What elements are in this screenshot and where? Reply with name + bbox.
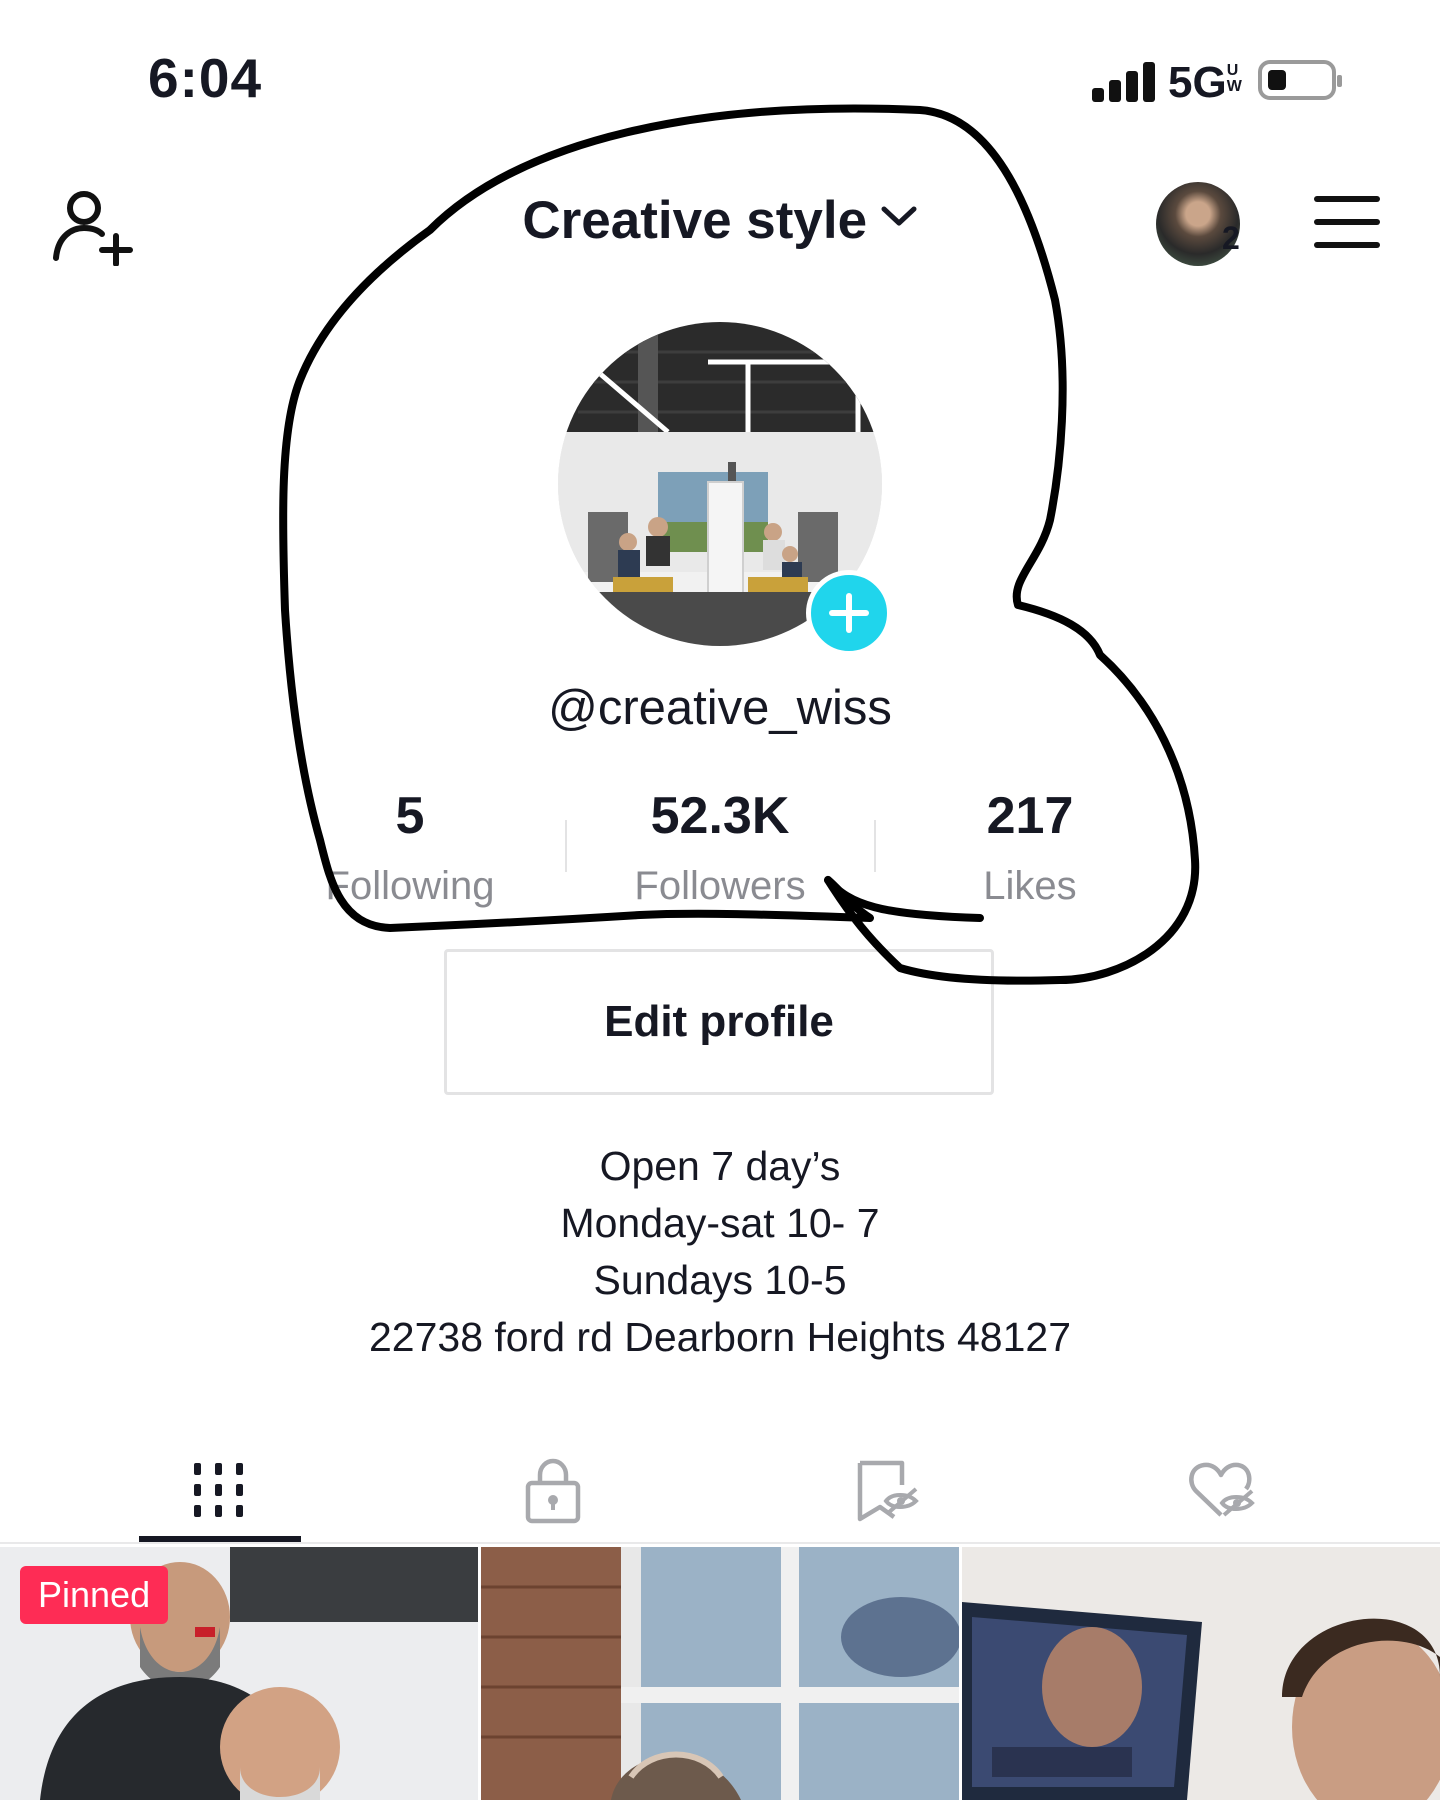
- bookmark-hidden-icon: [857, 1460, 919, 1522]
- network-indicator: 5GUW: [1168, 58, 1249, 108]
- stat-label: Likes: [983, 864, 1077, 908]
- edit-profile-button[interactable]: Edit profile: [444, 949, 994, 1095]
- username: @creative_wiss: [548, 681, 892, 735]
- stat-divider: [565, 820, 567, 872]
- stat-label: Followers: [634, 864, 806, 908]
- videos-grid-icon: [194, 1463, 243, 1517]
- signal-icon: [1092, 60, 1158, 102]
- stat-following[interactable]: 5 Following: [280, 786, 540, 909]
- stat-likes[interactable]: 217 Likes: [900, 786, 1160, 909]
- menu-icon[interactable]: [1314, 196, 1380, 248]
- bio-line: Monday-sat 10- 7: [560, 1200, 880, 1246]
- stat-value: 52.3K: [650, 787, 790, 845]
- bio-line: 22738 ford rd Dearborn Heights 48127: [368, 1314, 1072, 1360]
- tab-liked[interactable]: [1054, 1440, 1388, 1540]
- tab-divider: [0, 1542, 1440, 1544]
- stat-followers[interactable]: 52.3K Followers: [590, 786, 850, 909]
- network-suffix: UW: [1226, 62, 1242, 95]
- battery-icon: [1258, 60, 1342, 100]
- status-time: 6:04: [148, 47, 263, 109]
- stat-divider: [874, 820, 876, 872]
- video-thumbnail[interactable]: [481, 1547, 959, 1800]
- stat-value: 217: [986, 787, 1074, 845]
- stat-label: Following: [325, 864, 495, 908]
- stat-value: 5: [395, 787, 425, 845]
- heart-hidden-icon: [1189, 1462, 1255, 1517]
- chevron-down-icon[interactable]: [880, 204, 918, 228]
- tab-videos[interactable]: [52, 1440, 386, 1540]
- account-title[interactable]: Creative style: [522, 190, 867, 251]
- account-badge-count: 2: [1222, 220, 1240, 256]
- pinned-badge: Pinned: [20, 1566, 169, 1624]
- tab-favorites[interactable]: [720, 1440, 1054, 1540]
- add-photo-button[interactable]: [806, 570, 892, 656]
- video-thumbnail[interactable]: [962, 1547, 1440, 1800]
- bio-line: Open 7 day’s: [599, 1143, 841, 1189]
- lock-icon: [525, 1458, 581, 1524]
- bio-line: Sundays 10-5: [593, 1257, 847, 1303]
- bio: Open 7 day’s Monday-sat 10- 7 Sundays 10…: [0, 1138, 1440, 1366]
- tab-private[interactable]: [386, 1440, 720, 1540]
